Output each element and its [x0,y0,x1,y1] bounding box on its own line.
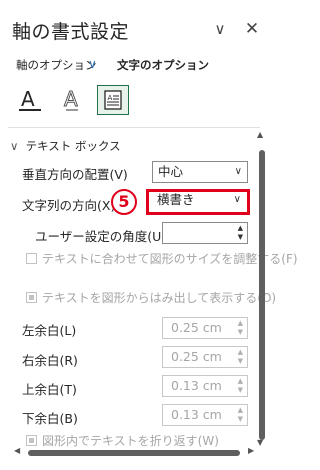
close-icon[interactable]: ✕ [243,20,261,38]
text-direction-dropdown[interactable]: 横書き ∨ [146,189,250,215]
top-margin-value: 0.13 cm [171,378,222,393]
scroll-left-icon[interactable]: ◀ [14,446,20,455]
step-badge: 5 [111,189,137,215]
chevron-down-icon[interactable]: ∨ [211,20,229,38]
wrap-label: 図形内でテキストを折り返す(W) [42,434,219,448]
textbox-icon[interactable]: A [97,85,129,115]
chevron-down-icon: ∨ [233,194,241,205]
wrap-checkbox[interactable] [26,435,37,446]
custom-angle-input[interactable]: ▲ ▼ [162,222,248,244]
tab-axis-options[interactable]: 軸のオプション [16,57,97,73]
dropdown-value: 中心 [158,164,184,179]
divider [8,127,260,128]
chevron-down-icon[interactable]: ∨ [88,57,97,71]
svg-text:A: A [64,87,78,111]
svg-text:A: A [108,94,113,102]
overflow-checkbox[interactable] [26,292,37,303]
autofit-checkbox[interactable] [26,253,37,264]
scroll-down-icon[interactable]: ▼ [257,438,263,447]
spinner-icon[interactable]: ▲ ▼ [238,406,243,424]
text-effects-icon[interactable]: A [56,85,88,115]
bottom-margin-value: 0.13 cm [171,407,222,422]
chevron-down-icon: ∨ [234,166,242,177]
spinner-icon[interactable]: ▲ ▼ [238,377,243,395]
scroll-up-icon[interactable]: ▲ [257,130,263,139]
left-margin-value: 0.25 cm [171,320,222,335]
bottom-margin-input[interactable]: 0.13 cm ▲ ▼ [162,404,248,426]
top-margin-label: 上余白(T) [22,382,77,397]
spinner-icon[interactable]: ▲ ▼ [238,348,243,366]
left-margin-input[interactable]: 0.25 cm ▲ ▼ [162,317,248,339]
spinner-icon[interactable]: ▲ ▼ [238,224,243,242]
vertical-alignment-label: 垂直方向の配置(V) [22,167,128,182]
vertical-alignment-dropdown[interactable]: 中心 ∨ [152,161,248,183]
chevron-down-icon: ∨ [10,139,19,153]
bottom-margin-label: 下余白(B) [22,411,78,426]
scroll-right-icon[interactable]: ▶ [248,446,254,455]
text-fill-outline-icon[interactable]: A [14,85,46,115]
top-margin-input[interactable]: 0.13 cm ▲ ▼ [162,375,248,397]
horizontal-scrollbar-thumb[interactable] [28,450,240,456]
tab-text-options[interactable]: 文字のオプション [117,57,209,73]
section-header-textbox[interactable]: ∨ テキスト ボックス [10,138,121,154]
right-margin-value: 0.25 cm [171,349,222,364]
dropdown-value: 横書き [157,192,195,207]
svg-text:A: A [21,87,35,111]
right-margin-label: 右余白(R) [22,353,78,368]
pane-title: 軸の書式設定 [12,21,130,43]
custom-angle-label: ユーザー設定の角度(U) [35,229,167,244]
text-direction-label: 文字列の方向(X) [22,198,116,213]
overflow-label: テキストを図形からはみ出して表示する(O) [42,291,277,305]
vertical-scrollbar-thumb[interactable] [259,150,265,440]
spinner-icon[interactable]: ▲ ▼ [238,319,243,337]
left-margin-label: 左余白(L) [22,323,77,338]
right-margin-input[interactable]: 0.25 cm ▲ ▼ [162,346,248,368]
section-title: テキスト ボックス [25,139,121,153]
